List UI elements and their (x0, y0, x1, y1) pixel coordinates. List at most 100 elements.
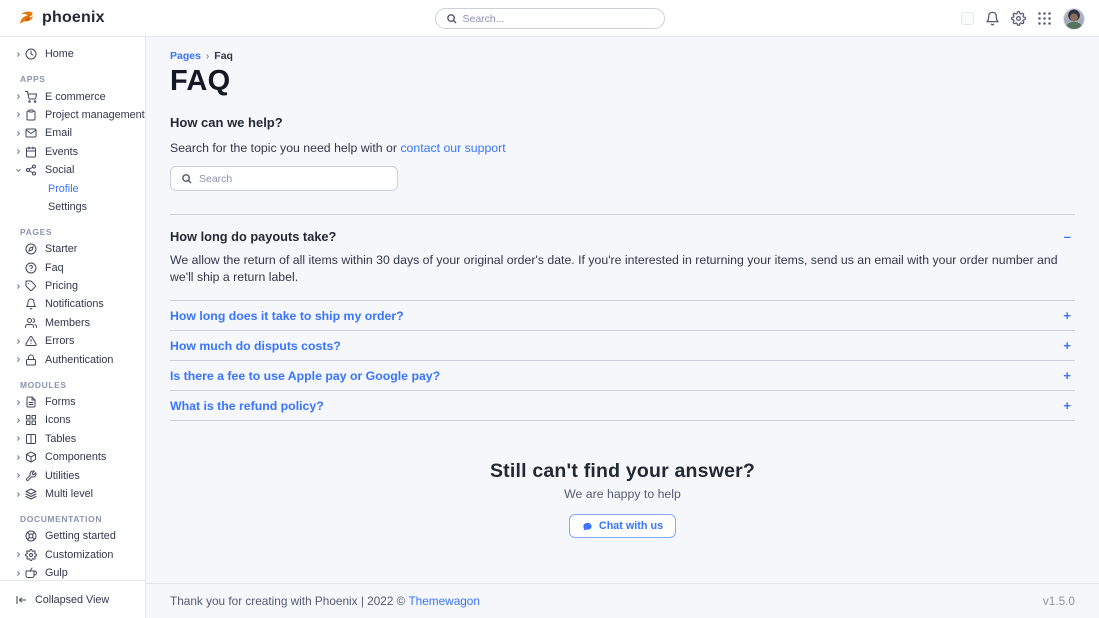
sidebar-item-label: Multi level (45, 488, 93, 500)
chevron-right-icon (15, 491, 25, 498)
faq-item-is-there-a-fee-to-use-apple-pay-or-google-pay: Is there a fee to use Apple pay or Googl… (170, 361, 1075, 391)
sidebar-item-label: Email (45, 127, 72, 139)
sidebar-item-label: Errors (45, 335, 74, 347)
breadcrumb-pages-link[interactable]: Pages (170, 50, 201, 62)
sidebar-item-e-commerce[interactable]: E commerce (0, 87, 145, 105)
contact-support-link[interactable]: contact our support (400, 141, 505, 155)
sidebar-section-label-pages: PAGES (0, 224, 145, 240)
sidebar-item-label: Forms (45, 396, 76, 408)
sidebar-item-errors[interactable]: Errors (0, 332, 145, 350)
chevron-right-icon (15, 93, 25, 100)
sidebar-item-multi-level[interactable]: Multi level (0, 485, 145, 503)
sidebar-item-label: Events (45, 146, 78, 158)
sidebar-item-label: Pricing (45, 280, 78, 292)
faq-question-row[interactable]: What is the refund policy?+ (170, 391, 1075, 420)
sidebar-item-notifications[interactable]: Notifications (0, 295, 145, 313)
sidebar-item-home[interactable]: Home (0, 45, 145, 63)
collapse-minus-icon[interactable]: – (1064, 229, 1075, 244)
faq-question: Is there a fee to use Apple pay or Googl… (170, 369, 440, 383)
faq-answer: We allow the return of all items within … (170, 252, 1075, 285)
navbar-search-input[interactable] (463, 13, 654, 25)
sidebar-item-social[interactable]: Social (0, 161, 145, 179)
notifications-bell-icon[interactable] (985, 11, 1000, 26)
footer-version: v1.5.0 (1043, 594, 1075, 608)
sidebar-item-settings[interactable]: Settings (0, 198, 145, 216)
collapsed-view-toggle[interactable]: Collapsed View (0, 580, 145, 618)
sidebar-item-starter[interactable]: Starter (0, 240, 145, 258)
main-content: Pages › Faq FAQ How can we help? Search … (146, 37, 1099, 618)
life-buoy-icon (25, 530, 38, 542)
sidebar-item-faq[interactable]: Faq (0, 259, 145, 277)
sidebar-item-forms[interactable]: Forms (0, 393, 145, 411)
phoenix-logo-icon (17, 8, 37, 28)
expand-plus-icon[interactable]: + (1063, 308, 1075, 323)
chevron-right-icon (15, 356, 25, 363)
user-avatar[interactable] (1063, 8, 1085, 30)
brand-logo[interactable]: phoenix (0, 8, 105, 28)
sidebar-item-email[interactable]: Email (0, 124, 145, 142)
grid-icon (25, 414, 38, 426)
sidebar-item-label: Settings (48, 201, 87, 213)
navbar-actions (961, 0, 1085, 37)
sidebar-item-label: Profile (48, 183, 79, 195)
sidebar-item-authentication[interactable]: Authentication (0, 350, 145, 368)
sidebar-item-getting-started[interactable]: Getting started (0, 527, 145, 545)
navbar-search[interactable] (435, 8, 665, 29)
help-text: Search for the topic you need help with … (170, 141, 1075, 155)
sidebar-item-events[interactable]: Events (0, 143, 145, 161)
help-text-prefix: Search for the topic you need help with … (170, 141, 400, 155)
columns-icon (25, 433, 38, 445)
clipboard-icon (25, 109, 38, 121)
clock-icon (25, 48, 38, 60)
page-title: FAQ (170, 65, 1075, 98)
sidebar: Home APPS E commerce Project management Emai… (0, 37, 146, 618)
faq-question-row[interactable]: How much do disputs costs?+ (170, 331, 1075, 360)
chevron-right-icon (15, 570, 25, 577)
sidebar-item-pricing[interactable]: Pricing (0, 277, 145, 295)
sidebar-item-members[interactable]: Members (0, 314, 145, 332)
chevron-right-icon (15, 399, 25, 406)
page-footer: Thank you for creating with Phoenix | 20… (146, 583, 1099, 618)
sidebar-section-label-documentation: DOCUMENTATION (0, 511, 145, 527)
sidebar-item-label: Authentication (45, 354, 113, 366)
faq-item-how-long-do-payouts-take: How long do payouts take?– We allow the r… (170, 215, 1075, 301)
layers-icon (25, 488, 38, 500)
sidebar-item-utilities[interactable]: Utilities (0, 466, 145, 484)
package-icon (25, 451, 38, 463)
settings-gear-icon[interactable] (1011, 11, 1026, 26)
expand-plus-icon[interactable]: + (1063, 398, 1075, 413)
sidebar-item-gulp[interactable]: Gulp (0, 564, 145, 580)
faq-item-how-long-does-it-take-to-ship-my-order: How long does it take to ship my order?+ (170, 301, 1075, 331)
sidebar-item-profile[interactable]: Profile (0, 179, 145, 197)
sidebar-section-label-apps: APPS (0, 71, 145, 87)
chevron-down-icon (15, 167, 25, 174)
sidebar-item-project-management[interactable]: Project management (0, 106, 145, 124)
sidebar-item-icons[interactable]: Icons (0, 411, 145, 429)
sidebar-item-label: Utilities (45, 470, 80, 482)
sidebar-item-components[interactable]: Components (0, 448, 145, 466)
help-circle-icon (25, 262, 38, 274)
sidebar-item-label: Customization (45, 549, 113, 561)
sidebar-item-tables[interactable]: Tables (0, 430, 145, 448)
cta-section: Still can't find your answer? We are hap… (170, 460, 1075, 538)
theme-toggle[interactable] (961, 12, 974, 25)
sidebar-item-customization[interactable]: Customization (0, 546, 145, 564)
mail-icon (25, 127, 38, 139)
sidebar-item-label: Components (45, 451, 106, 463)
faq-question-row[interactable]: How long do payouts take?– (170, 229, 1075, 244)
sidebar-item-label: Project management (45, 109, 145, 121)
expand-plus-icon[interactable]: + (1063, 368, 1075, 383)
sidebar-item-label: E commerce (45, 91, 106, 103)
chat-with-us-button[interactable]: Chat with us (569, 514, 676, 538)
sidebar-section-label-modules: MODULES (0, 377, 145, 393)
expand-plus-icon[interactable]: + (1063, 338, 1075, 353)
faq-question-row[interactable]: How long does it take to ship my order?+ (170, 301, 1075, 330)
faq-search[interactable] (170, 166, 398, 191)
faq-question-row[interactable]: Is there a fee to use Apple pay or Googl… (170, 361, 1075, 390)
search-icon (181, 173, 192, 184)
top-navbar: phoenix (0, 0, 1099, 37)
themewagon-link[interactable]: Themewagon (408, 594, 479, 608)
breadcrumb: Pages › Faq (170, 50, 1075, 62)
faq-search-input[interactable] (199, 173, 387, 185)
apps-grid-icon[interactable] (1037, 11, 1052, 26)
